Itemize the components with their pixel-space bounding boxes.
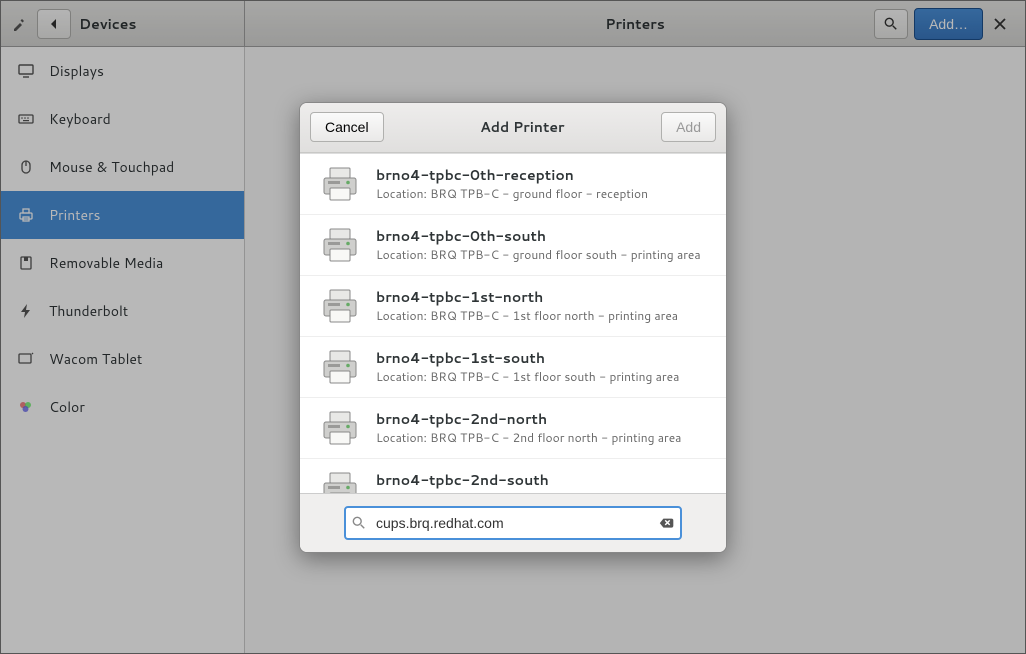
dialog-title: Add Printer bbox=[480, 117, 564, 137]
printer-location: Location: BRQ TPB-C - 1st floor north - … bbox=[376, 307, 708, 324]
printer-device-icon bbox=[318, 406, 362, 450]
add-confirm-button[interactable]: Add bbox=[661, 112, 716, 142]
printer-list[interactable]: brno4-tpbc-0th-reception Location: BRQ T… bbox=[300, 153, 726, 493]
clear-icon[interactable] bbox=[658, 515, 674, 531]
printer-info: brno4-tpbc-2nd-south Location: BRQ TPB-C… bbox=[376, 470, 708, 493]
printer-name: brno4-tpbc-0th-south bbox=[376, 226, 708, 246]
search-field bbox=[344, 506, 682, 540]
printer-name: brno4-tpbc-1st-south bbox=[376, 348, 708, 368]
printer-info: brno4-tpbc-1st-south Location: BRQ TPB-C… bbox=[376, 348, 708, 385]
dialog-header: Cancel Add Printer Add bbox=[300, 103, 726, 153]
search-icon bbox=[352, 516, 366, 530]
printer-device-icon bbox=[318, 223, 362, 267]
search-input[interactable] bbox=[344, 506, 682, 540]
printer-device-icon bbox=[318, 162, 362, 206]
cancel-button[interactable]: Cancel bbox=[310, 112, 384, 142]
printer-location: Location: BRQ TPB-C - 2nd floor north - … bbox=[376, 429, 708, 446]
printer-row[interactable]: brno4-tpbc-0th-reception Location: BRQ T… bbox=[300, 154, 726, 215]
printer-name: brno4-tpbc-0th-reception bbox=[376, 165, 708, 185]
printer-info: brno4-tpbc-0th-reception Location: BRQ T… bbox=[376, 165, 708, 202]
add-printer-dialog: Cancel Add Printer Add brno4-tpbc-0th-re… bbox=[299, 102, 727, 553]
printer-location: Location: BRQ TPB-C - 1st floor south - … bbox=[376, 368, 708, 385]
modal-overlay: Cancel Add Printer Add brno4-tpbc-0th-re… bbox=[1, 1, 1025, 653]
printer-info: brno4-tpbc-2nd-north Location: BRQ TPB-C… bbox=[376, 409, 708, 446]
printer-row[interactable]: brno4-tpbc-1st-south Location: BRQ TPB-C… bbox=[300, 337, 726, 398]
dialog-search-bar bbox=[300, 493, 726, 552]
printer-location: Location: BRQ TPB-C - ground floor - rec… bbox=[376, 185, 708, 202]
printer-name: brno4-tpbc-1st-north bbox=[376, 287, 708, 307]
printer-device-icon bbox=[318, 467, 362, 493]
printer-device-icon bbox=[318, 284, 362, 328]
printer-location: Location: BRQ TPB-C - ground floor south… bbox=[376, 246, 708, 263]
printer-name: brno4-tpbc-2nd-south bbox=[376, 470, 708, 490]
printer-row[interactable]: brno4-tpbc-0th-south Location: BRQ TPB-C… bbox=[300, 215, 726, 276]
printer-info: brno4-tpbc-0th-south Location: BRQ TPB-C… bbox=[376, 226, 708, 263]
printer-row[interactable]: brno4-tpbc-2nd-south Location: BRQ TPB-C… bbox=[300, 459, 726, 493]
printer-device-icon bbox=[318, 345, 362, 389]
printer-name: brno4-tpbc-2nd-north bbox=[376, 409, 708, 429]
printer-row[interactable]: brno4-tpbc-1st-north Location: BRQ TPB-C… bbox=[300, 276, 726, 337]
printer-row[interactable]: brno4-tpbc-2nd-north Location: BRQ TPB-C… bbox=[300, 398, 726, 459]
printer-info: brno4-tpbc-1st-north Location: BRQ TPB-C… bbox=[376, 287, 708, 324]
